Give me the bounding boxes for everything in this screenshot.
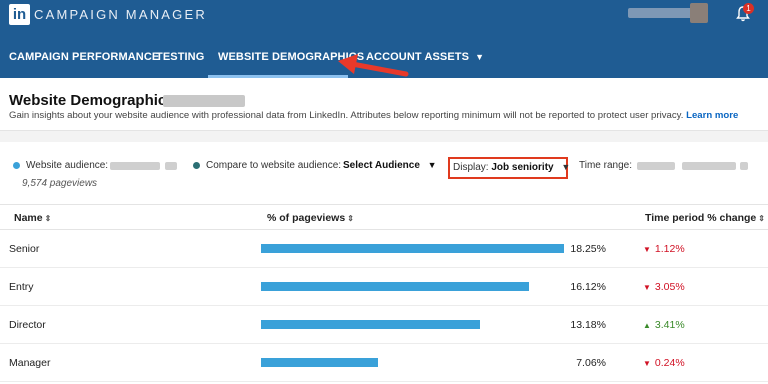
row-name: Senior xyxy=(9,243,40,255)
top-bar: in CAMPAIGN MANAGER 1 xyxy=(0,0,768,38)
sort-icon: ⇕ xyxy=(347,214,354,223)
website-audience-label: Website audience: xyxy=(26,160,109,171)
trend-icon: ▼ xyxy=(643,359,651,368)
select-audience-dropdown[interactable]: Select Audience ▼ xyxy=(343,160,437,171)
pageviews-count: 9,574 pageviews xyxy=(22,178,98,189)
account-name-redacted[interactable] xyxy=(628,8,694,18)
pageviews-bar-track xyxy=(261,358,564,367)
page-subtitle: Gain insights about your website audienc… xyxy=(9,110,738,121)
display-value: Job seniority xyxy=(491,162,554,173)
row-change-value: 1.12% xyxy=(654,243,685,255)
pageviews-bar-track xyxy=(261,244,564,253)
chevron-down-icon: ▼ xyxy=(427,160,437,170)
subtitle-text: Gain insights about your website audienc… xyxy=(9,110,684,121)
row-percent: 13.18% xyxy=(570,319,606,331)
display-dropdown[interactable]: Display: Job seniority ▼ xyxy=(448,157,570,179)
compare-dot-icon xyxy=(193,162,200,169)
tab-label: CAMPAIGN PERFORMANCE xyxy=(9,51,160,63)
row-name: Entry xyxy=(9,281,34,293)
table-row[interactable]: Senior 18.25% ▼ 1.12% xyxy=(0,230,768,268)
pageviews-bar xyxy=(261,282,529,291)
row-change: ▼ 3.05% xyxy=(643,281,685,293)
column-header-label: Name xyxy=(14,212,43,224)
column-header-name[interactable]: Name ⇕ xyxy=(14,212,51,224)
audience-name-redacted xyxy=(165,162,177,170)
row-change-value: 3.05% xyxy=(654,281,685,293)
linkedin-logo[interactable]: in xyxy=(9,4,30,25)
tab-website-demographics[interactable]: WEBSITE DEMOGRAPHICS xyxy=(208,38,364,78)
display-label-text: Display: xyxy=(453,162,489,173)
notification-badge: 1 xyxy=(743,3,754,14)
time-range-redacted xyxy=(740,162,748,170)
time-range-redacted[interactable] xyxy=(682,162,736,170)
table-row[interactable]: Director 13.18% ▲ 3.41% xyxy=(0,306,768,344)
sort-icon: ⇕ xyxy=(44,214,52,223)
time-range-label: Time range: xyxy=(579,160,632,171)
learn-more-link[interactable]: Learn more xyxy=(686,110,738,121)
chevron-down-icon: ▼ xyxy=(561,162,571,172)
compare-audience-label: Compare to website audience: xyxy=(206,160,342,171)
avatar[interactable] xyxy=(690,3,708,23)
column-header-label: % of pageviews xyxy=(267,212,346,224)
row-change: ▼ 1.12% xyxy=(643,243,685,255)
row-change-value: 0.24% xyxy=(654,357,685,369)
pageviews-bar-track xyxy=(261,320,564,329)
column-header-change[interactable]: Time period % change ⇕ xyxy=(645,212,765,224)
tab-campaign-performance[interactable]: CAMPAIGN PERFORMANCE xyxy=(9,38,159,78)
section-divider xyxy=(0,130,768,142)
row-change: ▼ 0.24% xyxy=(643,357,685,369)
display-label: Display: Job seniority ▼ xyxy=(453,162,570,173)
chevron-down-icon: ▼ xyxy=(475,52,485,62)
page-title: Website Demographics: xyxy=(9,92,180,109)
row-percent: 7.06% xyxy=(576,357,606,369)
trend-icon: ▼ xyxy=(643,245,651,254)
annotation-arrow-icon xyxy=(338,54,409,77)
column-header-label: Time period % change xyxy=(645,212,757,224)
filter-bar: Website audience: 9,574 pageviews Compar… xyxy=(0,152,768,200)
table-row[interactable]: Entry 16.12% ▼ 3.05% xyxy=(0,268,768,306)
row-percent: 16.12% xyxy=(570,281,606,293)
account-name-redacted xyxy=(163,95,245,107)
row-change: ▲ 3.41% xyxy=(643,319,685,331)
pageviews-bar xyxy=(261,244,564,253)
table-header: Name ⇕ % of pageviews ⇕ Time period % chan… xyxy=(0,204,768,230)
row-name: Director xyxy=(9,319,46,331)
app-title: CAMPAIGN MANAGER xyxy=(34,7,207,22)
row-percent: 18.25% xyxy=(570,243,606,255)
select-audience-value: Select Audience xyxy=(343,160,420,171)
table-row[interactable]: Manager 7.06% ▼ 0.24% xyxy=(0,344,768,382)
sort-icon: ⇕ xyxy=(758,214,765,223)
pageviews-bar xyxy=(261,320,480,329)
audience-name-redacted[interactable] xyxy=(110,162,160,170)
pageviews-bar-track xyxy=(261,282,564,291)
tab-testing[interactable]: TESTING xyxy=(156,38,204,78)
audience-dot-icon xyxy=(13,162,20,169)
tab-label: TESTING xyxy=(156,51,205,63)
trend-icon: ▲ xyxy=(643,321,651,330)
column-header-pageviews[interactable]: % of pageviews ⇕ xyxy=(267,212,354,224)
row-name: Manager xyxy=(9,357,51,369)
time-range-redacted[interactable] xyxy=(637,162,675,170)
pageviews-bar xyxy=(261,358,379,367)
trend-icon: ▼ xyxy=(643,283,651,292)
row-change-value: 3.41% xyxy=(654,319,685,331)
